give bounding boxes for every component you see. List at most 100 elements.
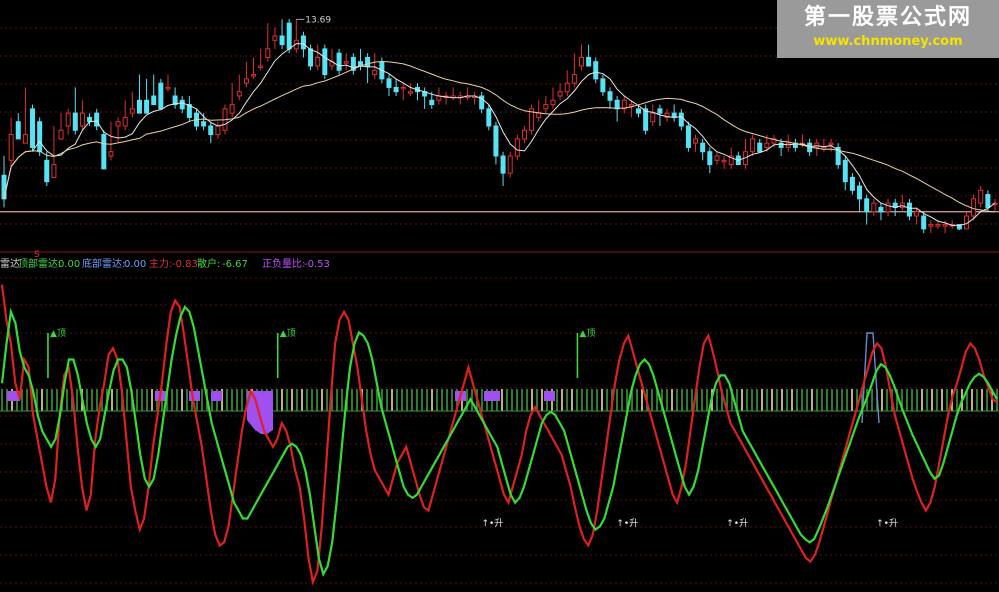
candle-body — [407, 91, 413, 94]
candle-body — [628, 104, 634, 107]
candle-body — [165, 86, 171, 90]
candle-body — [51, 164, 57, 178]
indicator-name: 雷达 — [0, 259, 20, 270]
candle-body — [108, 151, 114, 157]
candle-body — [144, 99, 150, 114]
candle-body — [343, 61, 349, 64]
candle-body — [8, 134, 14, 161]
candle-body — [906, 202, 912, 217]
candle-body — [129, 108, 135, 114]
candle-body — [757, 142, 763, 153]
candle-body — [493, 125, 499, 157]
candle-body — [721, 159, 727, 163]
candle-body — [94, 112, 100, 127]
candle-body — [693, 138, 699, 144]
pos-neg-ratio-label: 正负量比: — [262, 259, 306, 270]
candle-body — [58, 129, 64, 140]
candle-body — [928, 224, 934, 227]
candle-body — [79, 112, 85, 127]
candle-body — [985, 194, 991, 208]
candle-body — [393, 86, 399, 93]
watermark-url: www.chnmoney.com — [813, 34, 963, 49]
candle-body — [942, 224, 948, 227]
radar-block — [544, 391, 555, 401]
candle-body — [208, 125, 214, 136]
candle-body — [593, 61, 599, 80]
top-signal-label: ▲顶 — [50, 328, 66, 339]
candle-body — [714, 155, 720, 161]
bottom-radar-value: 0.00 — [124, 259, 147, 270]
candle-body — [72, 112, 78, 131]
candle-body — [707, 151, 713, 166]
price-annotation: 13.69 — [305, 15, 331, 25]
candle-body — [543, 104, 549, 110]
candle-body — [885, 202, 891, 213]
candle-body — [500, 155, 506, 174]
candle-body — [251, 74, 257, 77]
ma-short-line — [3, 43, 996, 226]
candle-body — [179, 99, 185, 110]
candle-body — [158, 82, 164, 110]
candle-body — [315, 56, 321, 67]
rise-signal-label: ↑•升 — [876, 518, 898, 529]
top-radar-label: 顶部雷达: — [18, 259, 62, 270]
candle-body — [871, 202, 877, 213]
candle-body — [636, 108, 642, 114]
bottom-radar-label: 底部雷达: — [82, 259, 126, 270]
candle-body — [550, 99, 556, 106]
candle-body — [15, 121, 21, 140]
candle-body — [229, 104, 235, 114]
candle-body — [864, 198, 870, 213]
candle-body — [151, 95, 157, 106]
candle-body — [300, 35, 306, 50]
candle-body — [557, 91, 563, 97]
candle-body — [564, 82, 570, 93]
candle-body — [828, 142, 834, 146]
candle-body — [849, 176, 855, 191]
rise-signal-label: ↑•升 — [482, 518, 504, 529]
rise-signal-label: ↑•升 — [726, 518, 748, 529]
chart-canvas: 13.698.77S▲顶▲顶▲顶↑•升↑•升↑•升↑•升 — [0, 15, 999, 586]
candle-body — [400, 86, 406, 90]
rise-signal-label: ↑•升 — [616, 518, 638, 529]
candle-body — [372, 69, 378, 76]
radar-block — [189, 391, 200, 401]
candle-body — [201, 121, 207, 127]
retail-value: -6.67 — [222, 259, 248, 270]
candle-body — [37, 121, 43, 153]
watermark-title: 第一股票公式网 — [803, 5, 972, 30]
candle-body — [215, 125, 221, 136]
candle-body — [536, 112, 542, 118]
candle-body — [678, 112, 684, 127]
top-signal-label: ▲顶 — [579, 328, 595, 339]
top-signal-label: ▲顶 — [280, 328, 296, 339]
candle-body — [857, 185, 863, 200]
candle-body — [258, 65, 264, 68]
candle-body — [286, 22, 292, 50]
candle-body — [308, 48, 314, 67]
candle-body — [978, 189, 984, 204]
chart-window: 13.698.77S▲顶▲顶▲顶↑•升↑•升↑•升↑•升 第一股票公式网 www… — [0, 0, 999, 592]
candle-body — [650, 112, 656, 123]
candle-body — [44, 159, 50, 183]
candle-body — [122, 116, 128, 127]
candle-body — [607, 91, 613, 101]
candle-body — [279, 35, 285, 46]
candle-body — [336, 52, 342, 71]
main-force-line — [0, 284, 998, 586]
candle-body — [386, 78, 392, 88]
watermark: 第一股票公式网 www.chnmoney.com — [777, 0, 999, 58]
candle-body — [657, 108, 663, 114]
candle-body — [429, 99, 435, 106]
candle-body — [514, 138, 520, 157]
retail-label: 散户: — [197, 259, 221, 270]
candle-body — [971, 198, 977, 217]
candle-body — [30, 108, 36, 148]
main-force-value: -0.83 — [172, 259, 198, 270]
candle-body — [521, 129, 527, 140]
candle-body — [22, 134, 28, 144]
candle-body — [578, 56, 584, 67]
candle-body — [486, 108, 492, 127]
candle-body — [243, 78, 249, 84]
radar-block — [484, 391, 500, 401]
